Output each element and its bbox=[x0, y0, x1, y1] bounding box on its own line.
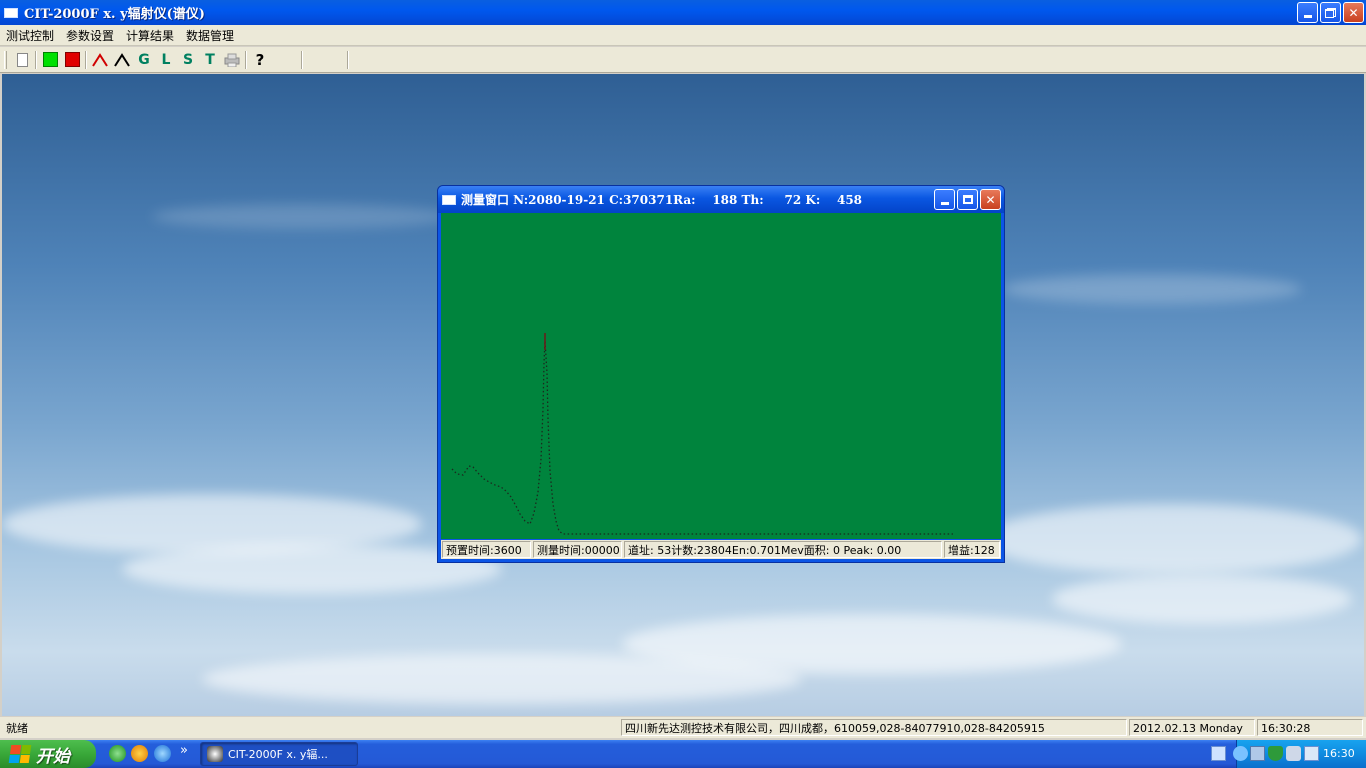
main-titlebar[interactable]: CIT-2000F x. y辐射仪(谱仪) ✕ bbox=[0, 0, 1366, 25]
measurement-minimize-button[interactable] bbox=[934, 189, 955, 210]
cloud bbox=[1052, 574, 1352, 624]
toolbar-separator bbox=[35, 50, 37, 69]
taskbar: 开始 » CIT-2000F x. y辐... 16:30 bbox=[0, 740, 1366, 768]
menu-parameter-settings[interactable]: 参数设置 bbox=[60, 27, 120, 44]
peak-black-icon bbox=[114, 52, 130, 67]
show-desktop-icon[interactable] bbox=[109, 745, 126, 762]
measurement-window-icon[interactable] bbox=[442, 194, 456, 205]
quick-launch-more-icon[interactable]: » bbox=[180, 743, 188, 758]
cloud bbox=[982, 504, 1362, 574]
status-company: 四川新先达测控技术有限公司，四川成都，610059,028-84077910,0… bbox=[621, 719, 1127, 736]
minimize-icon bbox=[940, 202, 949, 205]
taskbar-item-label: CIT-2000F x. y辐... bbox=[228, 748, 328, 761]
menu-data-management[interactable]: 数据管理 bbox=[180, 27, 240, 44]
toolbar-separator bbox=[245, 50, 247, 69]
system-tray: 16:30 bbox=[1211, 740, 1366, 768]
taskbar-item-app[interactable]: CIT-2000F x. y辐... bbox=[200, 742, 358, 766]
measurement-maximize-button[interactable] bbox=[957, 189, 978, 210]
menu-test-control[interactable]: 测试控制 bbox=[0, 27, 60, 44]
g-button[interactable]: G bbox=[133, 49, 155, 71]
minimize-button[interactable] bbox=[1297, 2, 1318, 23]
restore-button[interactable] bbox=[1320, 2, 1341, 23]
internet-explorer-icon[interactable] bbox=[154, 745, 171, 762]
keyboard-icon[interactable] bbox=[1211, 746, 1226, 761]
start-label: 开始 bbox=[36, 746, 70, 767]
tray-clock: 16:30 bbox=[1323, 747, 1355, 760]
help-icon: ? bbox=[255, 50, 265, 69]
new-document-icon bbox=[16, 52, 28, 67]
peak-black-button[interactable] bbox=[111, 49, 133, 71]
status-time: 16:30:28 bbox=[1257, 719, 1363, 736]
windows-logo-icon bbox=[8, 745, 32, 763]
help-button[interactable]: ? bbox=[249, 49, 271, 71]
monitor-icon[interactable] bbox=[1304, 746, 1319, 761]
spectrum-svg bbox=[451, 333, 953, 535]
network-icon[interactable] bbox=[1250, 746, 1265, 761]
cloud bbox=[152, 204, 452, 229]
new-button[interactable] bbox=[11, 49, 33, 71]
media-player-icon[interactable] bbox=[131, 745, 148, 762]
measurement-titlebar[interactable]: 测量窗口 N:2080-19-21 C:370371Ra: 188 Th: 72… bbox=[438, 186, 1004, 213]
restore-icon bbox=[1325, 7, 1336, 18]
start-measure-button[interactable] bbox=[39, 49, 61, 71]
status-date: 2012.02.13 Monday bbox=[1129, 719, 1255, 736]
print-button[interactable] bbox=[221, 49, 243, 71]
l-button[interactable]: L bbox=[155, 49, 177, 71]
security-shield-icon[interactable] bbox=[1268, 746, 1283, 761]
spectrum-plot[interactable] bbox=[441, 213, 1001, 539]
toolbar: G L S T ? bbox=[0, 47, 1366, 73]
minimize-icon bbox=[1303, 15, 1312, 18]
maximize-icon bbox=[962, 195, 973, 204]
chevron-left-icon[interactable] bbox=[1233, 746, 1248, 761]
close-icon: ✕ bbox=[985, 192, 996, 207]
app-task-icon bbox=[207, 746, 223, 762]
measurement-close-button[interactable]: ✕ bbox=[980, 189, 1001, 210]
measurement-title: 测量窗口 N:2080-19-21 C:370371Ra: 188 Th: 72… bbox=[461, 193, 863, 207]
cloud bbox=[1002, 274, 1302, 304]
start-button[interactable]: 开始 bbox=[0, 740, 96, 768]
menu-bar: 测试控制 参数设置 计算结果 数据管理 bbox=[0, 25, 1366, 46]
spectrum-line bbox=[451, 340, 953, 535]
toolbar-separator bbox=[347, 50, 349, 69]
channel-info: 道址: 53计数:23804En:0.701Mev面积: 0 Peak: 0.0… bbox=[624, 541, 942, 558]
t-button[interactable]: T bbox=[199, 49, 221, 71]
peak-red-icon bbox=[92, 52, 108, 67]
gain-info: 增益:128 bbox=[944, 541, 1000, 558]
peak-red-button[interactable] bbox=[89, 49, 111, 71]
measure-time: 测量时间:00000 bbox=[533, 541, 622, 558]
main-status-bar: 就绪 四川新先达测控技术有限公司，四川成都，610059,028-8407791… bbox=[0, 717, 1366, 738]
preset-time: 预置时间:3600 bbox=[442, 541, 531, 558]
status-ready: 就绪 bbox=[6, 722, 28, 735]
shield-icon[interactable] bbox=[1286, 746, 1301, 761]
toolbar-separator bbox=[301, 50, 303, 69]
toolbar-separator bbox=[85, 50, 87, 69]
close-icon: ✕ bbox=[1348, 5, 1359, 20]
toolbar-grip[interactable] bbox=[4, 50, 7, 69]
close-button[interactable]: ✕ bbox=[1343, 2, 1364, 23]
s-button[interactable]: S bbox=[177, 49, 199, 71]
stop-measure-button[interactable] bbox=[61, 49, 83, 71]
cloud bbox=[202, 654, 802, 704]
measurement-window: 测量窗口 N:2080-19-21 C:370371Ra: 188 Th: 72… bbox=[437, 185, 1005, 563]
app-icon[interactable] bbox=[4, 7, 18, 18]
menu-calculation-results[interactable]: 计算结果 bbox=[120, 27, 180, 44]
start-icon bbox=[42, 52, 58, 67]
printer-icon bbox=[224, 53, 240, 67]
app-title: CIT-2000F x. y辐射仪(谱仪) bbox=[24, 7, 205, 22]
stop-icon bbox=[64, 52, 80, 67]
measurement-status-bar: 预置时间:3600 测量时间:00000 道址: 53计数:23804En:0.… bbox=[441, 540, 1001, 559]
